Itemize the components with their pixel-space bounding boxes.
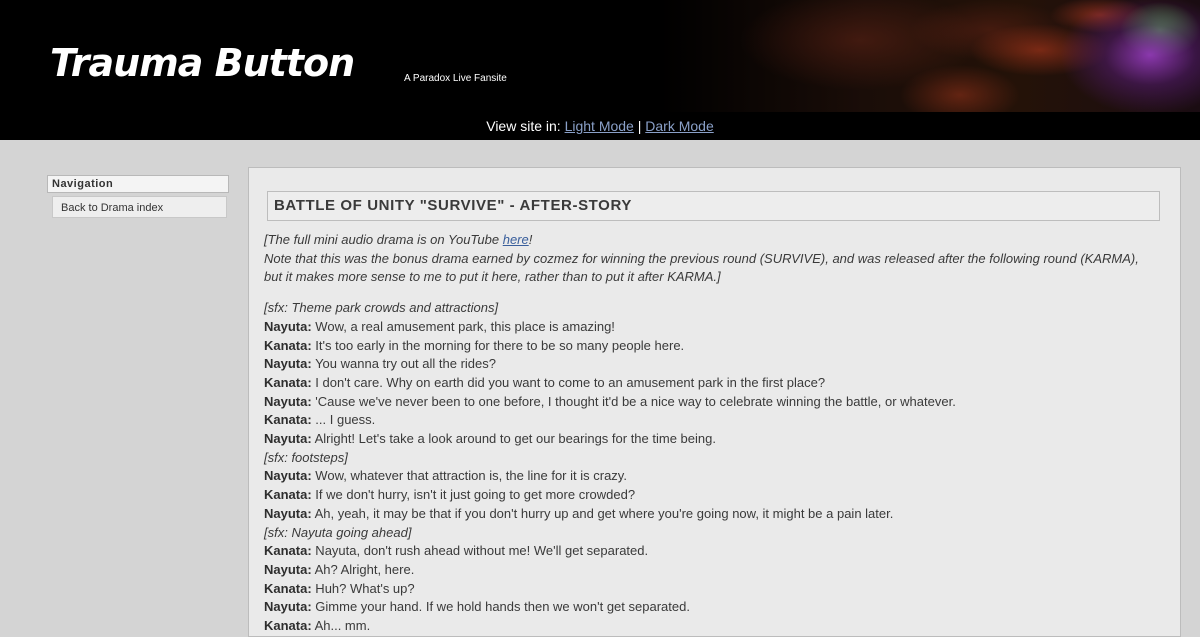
speaker-name: Nayuta: — [264, 318, 312, 334]
notes-line-3: but it makes more sense to me to put it … — [264, 269, 721, 285]
site-banner: Trauma Button A Paradox Live Fansite — [0, 0, 1200, 112]
dialogue-line: Nayuta: Ah, yeah, it may be that if you … — [264, 505, 1166, 524]
dialogue-line: Nayuta: Wow, a real amusement park, this… — [264, 318, 1166, 337]
dialogue-line: Nayuta: Alright! Let's take a look aroun… — [264, 430, 1166, 449]
dialogue-line: Kanata: Nayuta, don't rush ahead without… — [264, 542, 1166, 561]
dialogue-text: Ah? Alright, here. — [311, 561, 415, 577]
view-mode-label: View site in: — [486, 118, 561, 134]
dialogue-line: Kanata: It's too early in the morning fo… — [264, 337, 1166, 356]
youtube-link[interactable]: here — [503, 232, 529, 247]
dialogue-text: Wow, a real amusement park, this place i… — [311, 318, 615, 334]
notes-line-2: Note that this was the bonus drama earne… — [264, 250, 1139, 266]
speaker-name: Kanata: — [264, 487, 312, 503]
speaker-name: Kanata: — [264, 618, 312, 634]
speaker-name: Kanata: — [264, 543, 312, 559]
sfx-line: [sfx: footsteps] — [264, 449, 348, 465]
page-layout: Navigation Back to Drama index BATTLE OF… — [0, 140, 1200, 637]
dialogue-text: Huh? What's up? — [311, 580, 415, 596]
dialogue-text: It's too early in the morning for there … — [311, 337, 685, 353]
dialogue-text: Ah, yeah, it may be that if you don't hu… — [311, 505, 894, 521]
view-mode-bar: View site in: Light Mode | Dark Mode — [0, 112, 1200, 140]
sfx-line: [sfx: Theme park crowds and attractions] — [264, 300, 499, 316]
dialogue-line: Kanata: Huh? What's up? — [264, 580, 1166, 599]
dialogue-text: Ah... mm. — [311, 618, 371, 634]
speaker-name: Nayuta: — [264, 505, 312, 521]
speaker-name: Nayuta: — [264, 356, 312, 372]
mode-separator: | — [637, 118, 642, 134]
dialogue-text: I don't care. Why on earth did you want … — [311, 374, 826, 390]
dialogue-line: Nayuta: 'Cause we've never been to one b… — [264, 393, 1166, 412]
dialogue-line: Nayuta: Wow, whatever that attraction is… — [264, 467, 1166, 486]
sfx-line: [sfx: Nayuta going ahead] — [264, 524, 412, 540]
dialogue-line: Kanata: If we don't hurry, isn't it just… — [264, 486, 1166, 505]
dialogue-text: 'Cause we've never been to one before, I… — [311, 393, 956, 409]
site-tagline: A Paradox Live Fansite — [404, 73, 507, 84]
navigation-heading: Navigation — [47, 175, 229, 193]
translator-notes: [The full mini audio drama is on YouTube… — [264, 231, 1166, 287]
dialogue-text: Alright! Let's take a look around to get… — [311, 431, 716, 447]
notes-line-1-end: ! — [528, 232, 533, 247]
dark-mode-link[interactable]: Dark Mode — [645, 118, 713, 134]
speaker-name: Nayuta: — [264, 431, 312, 447]
speaker-name: Nayuta: — [264, 393, 312, 409]
speaker-name: Kanata: — [264, 580, 312, 596]
dialogue-line: Nayuta: Ah? Alright, here. — [264, 561, 1166, 580]
speaker-name: Kanata: — [264, 374, 312, 390]
sidebar-item-back-to-drama-index[interactable]: Back to Drama index — [52, 196, 227, 218]
site-logo[interactable]: Trauma Button — [50, 44, 355, 82]
drama-script: [sfx: Theme park crowds and attractions]… — [264, 299, 1166, 636]
speaker-name: Kanata: — [264, 337, 312, 353]
dialogue-line: Kanata: Ah... mm. — [264, 617, 1166, 636]
dialogue-line: Kanata: ... I guess. — [264, 411, 1166, 430]
sidebar: Navigation Back to Drama index — [47, 175, 229, 218]
dialogue-text: ... I guess. — [311, 412, 376, 428]
light-mode-link[interactable]: Light Mode — [565, 118, 634, 134]
dialogue-text: Gimme your hand. If we hold hands then w… — [311, 599, 690, 615]
dialogue-text: Nayuta, don't rush ahead without me! We'… — [311, 543, 649, 559]
notes-line-1-text: [The full mini audio drama is on YouTube — [264, 232, 503, 247]
dialogue-text: If we don't hurry, isn't it just going t… — [311, 487, 636, 503]
notes-line-1: [The full mini audio drama is on YouTube… — [264, 231, 1166, 250]
main-content: BATTLE OF UNITY "SURVIVE" - AFTER-STORY … — [248, 167, 1181, 637]
speaker-name: Nayuta: — [264, 599, 312, 615]
dialogue-text: You wanna try out all the rides? — [311, 356, 496, 372]
speaker-name: Nayuta: — [264, 468, 312, 484]
dialogue-line: Kanata: I don't care. Why on earth did y… — [264, 374, 1166, 393]
speaker-name: Nayuta: — [264, 561, 312, 577]
dialogue-text: Wow, whatever that attraction is, the li… — [311, 468, 627, 484]
dialogue-line: Nayuta: Gimme your hand. If we hold hand… — [264, 598, 1166, 617]
page-title: BATTLE OF UNITY "SURVIVE" - AFTER-STORY — [267, 191, 1160, 221]
speaker-name: Kanata: — [264, 412, 312, 428]
dialogue-line: Nayuta: You wanna try out all the rides? — [264, 355, 1166, 374]
